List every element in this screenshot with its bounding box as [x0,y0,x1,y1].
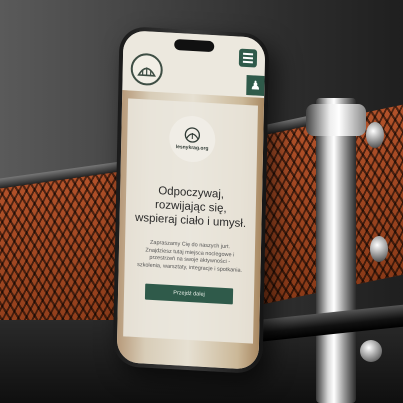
clamp-knob-top [366,122,384,148]
yurt-logo-icon [184,127,201,143]
hamburger-menu-icon[interactable] [238,48,258,68]
clamp-knob-bottom [360,340,382,362]
hero-logo: lesnykrag.org [168,114,216,164]
dynamic-island [174,38,215,53]
phone-mockup: ♟ lesnykrag.org Odpoczywaj, rozwijając s… [112,25,270,375]
metal-pole [316,98,356,403]
accessibility-icon[interactable]: ♟ [246,74,265,96]
continue-button[interactable]: Przejdź dalej [144,283,234,305]
logo-wordmark: lesnykrag.org [175,144,209,152]
hero-description: Zapraszamy Cię do naszych jurt. Znajdzie… [137,239,243,274]
hero-headline: Odpoczywaj, rozwijając się, wspieraj cia… [134,185,247,231]
clamp-knob-middle [370,236,388,262]
yurt-logo-icon [137,67,156,77]
site-logo[interactable] [130,52,164,87]
hero-section: lesnykrag.org Odpoczywaj, rozwijając się… [116,90,265,370]
phone-screen: ♟ lesnykrag.org Odpoczywaj, rozwijając s… [116,30,266,370]
hero-content: lesnykrag.org Odpoczywaj, rozwijając się… [123,98,258,344]
pole-clamp [306,104,366,136]
